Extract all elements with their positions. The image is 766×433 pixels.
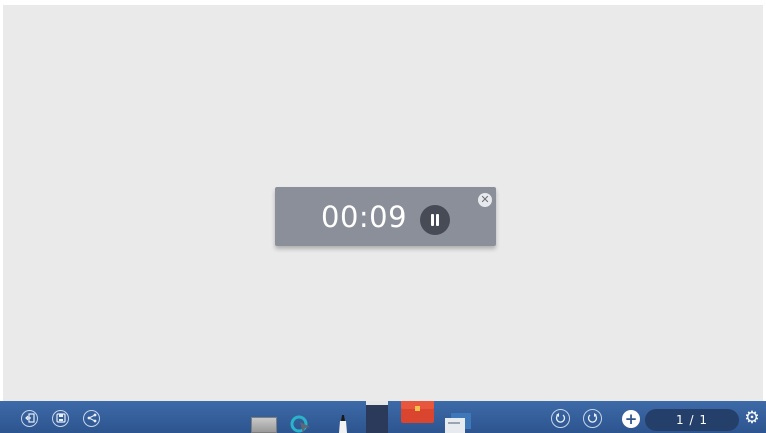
timer-widget[interactable]: 00:09 ✕ [275,187,496,246]
eraser-tool-icon[interactable] [366,401,388,433]
toolbox-icon[interactable] [401,401,434,423]
close-icon[interactable]: ✕ [478,193,492,207]
undo-icon[interactable] [551,409,570,428]
shape-tool-icon[interactable] [251,417,277,433]
pause-icon[interactable] [420,205,450,235]
exit-icon[interactable] [21,410,38,427]
share-icon[interactable] [83,410,100,427]
add-page-button[interactable]: + [622,410,640,428]
redo-icon[interactable] [583,409,602,428]
save-icon[interactable] [52,410,69,427]
whiteboard-app: 00:09 ✕ + 1 / 1 ⚙ [0,0,766,433]
select-tool-icon[interactable] [290,413,312,433]
gear-icon[interactable]: ⚙ [743,409,761,427]
cards-tool-icon[interactable] [445,413,471,433]
timer-display: 00:09 [321,200,408,234]
bottom-toolbar: + 1 / 1 ⚙ [0,401,766,433]
pen-tool-icon[interactable] [337,413,349,433]
page-indicator[interactable]: 1 / 1 [645,409,739,431]
